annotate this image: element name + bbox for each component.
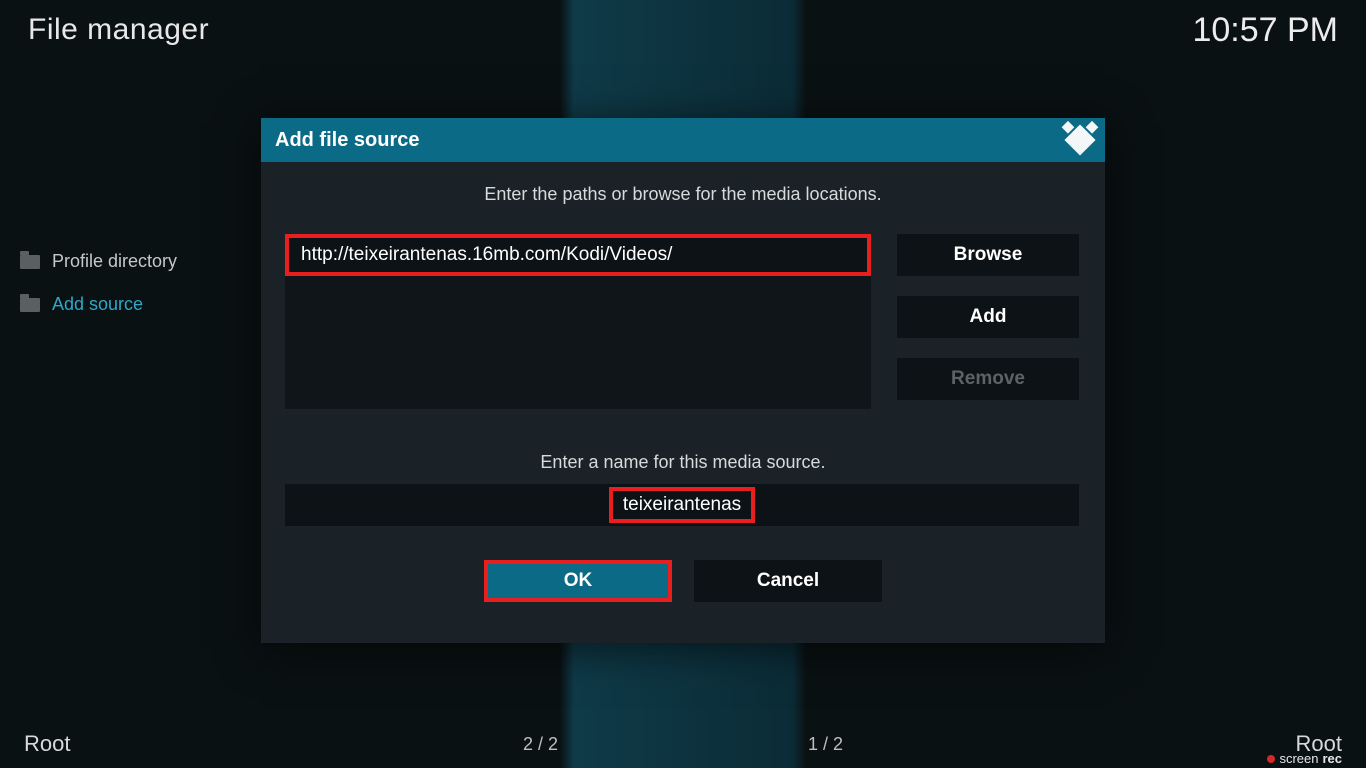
folder-icon [20,255,40,269]
browse-button[interactable]: Browse [897,234,1079,276]
watermark-suffix: rec [1322,751,1342,766]
footer-page-right: 1 / 2 [808,734,843,755]
top-bar: File manager 10:57 PM [0,0,1366,60]
footer-page-left: 2 / 2 [523,734,558,755]
remove-button: Remove [897,358,1079,400]
path-input-value: http://teixeirantenas.16mb.com/Kodi/Vide… [301,244,672,266]
left-item-label: Profile directory [52,251,177,272]
ok-button[interactable]: OK [484,560,672,602]
left-item-label: Add source [52,294,143,315]
left-item-profile-directory[interactable]: Profile directory [16,240,256,283]
record-dot-icon [1267,755,1275,763]
clock: 10:57 PM [1192,11,1338,50]
cancel-button[interactable]: Cancel [694,560,882,602]
bottom-bar: Root 2 / 2 1 / 2 Root [0,720,1366,768]
dialog-title: Add file source [275,129,419,152]
source-name-value: teixeirantenas [609,487,755,523]
dialog-instruction-paths: Enter the paths or browse for the media … [261,184,1105,205]
folder-icon [20,298,40,312]
watermark-brand: screen [1279,751,1318,766]
screenrec-watermark: screen rec [1267,751,1342,766]
add-button[interactable]: Add [897,296,1079,338]
paths-area: http://teixeirantenas.16mb.com/Kodi/Vide… [285,234,871,409]
kodi-logo-icon [1064,124,1095,155]
dialog-header: Add file source [261,118,1105,162]
dialog-instruction-name: Enter a name for this media source. [261,452,1105,473]
path-input[interactable]: http://teixeirantenas.16mb.com/Kodi/Vide… [285,234,871,276]
left-item-add-source[interactable]: Add source [16,283,256,326]
source-name-input[interactable]: teixeirantenas [285,484,1079,526]
add-file-source-dialog: Add file source Enter the paths or brows… [261,118,1105,643]
footer-left-label: Root [24,731,70,757]
left-file-list: Profile directory Add source [16,240,256,326]
page-title: File manager [28,13,209,47]
